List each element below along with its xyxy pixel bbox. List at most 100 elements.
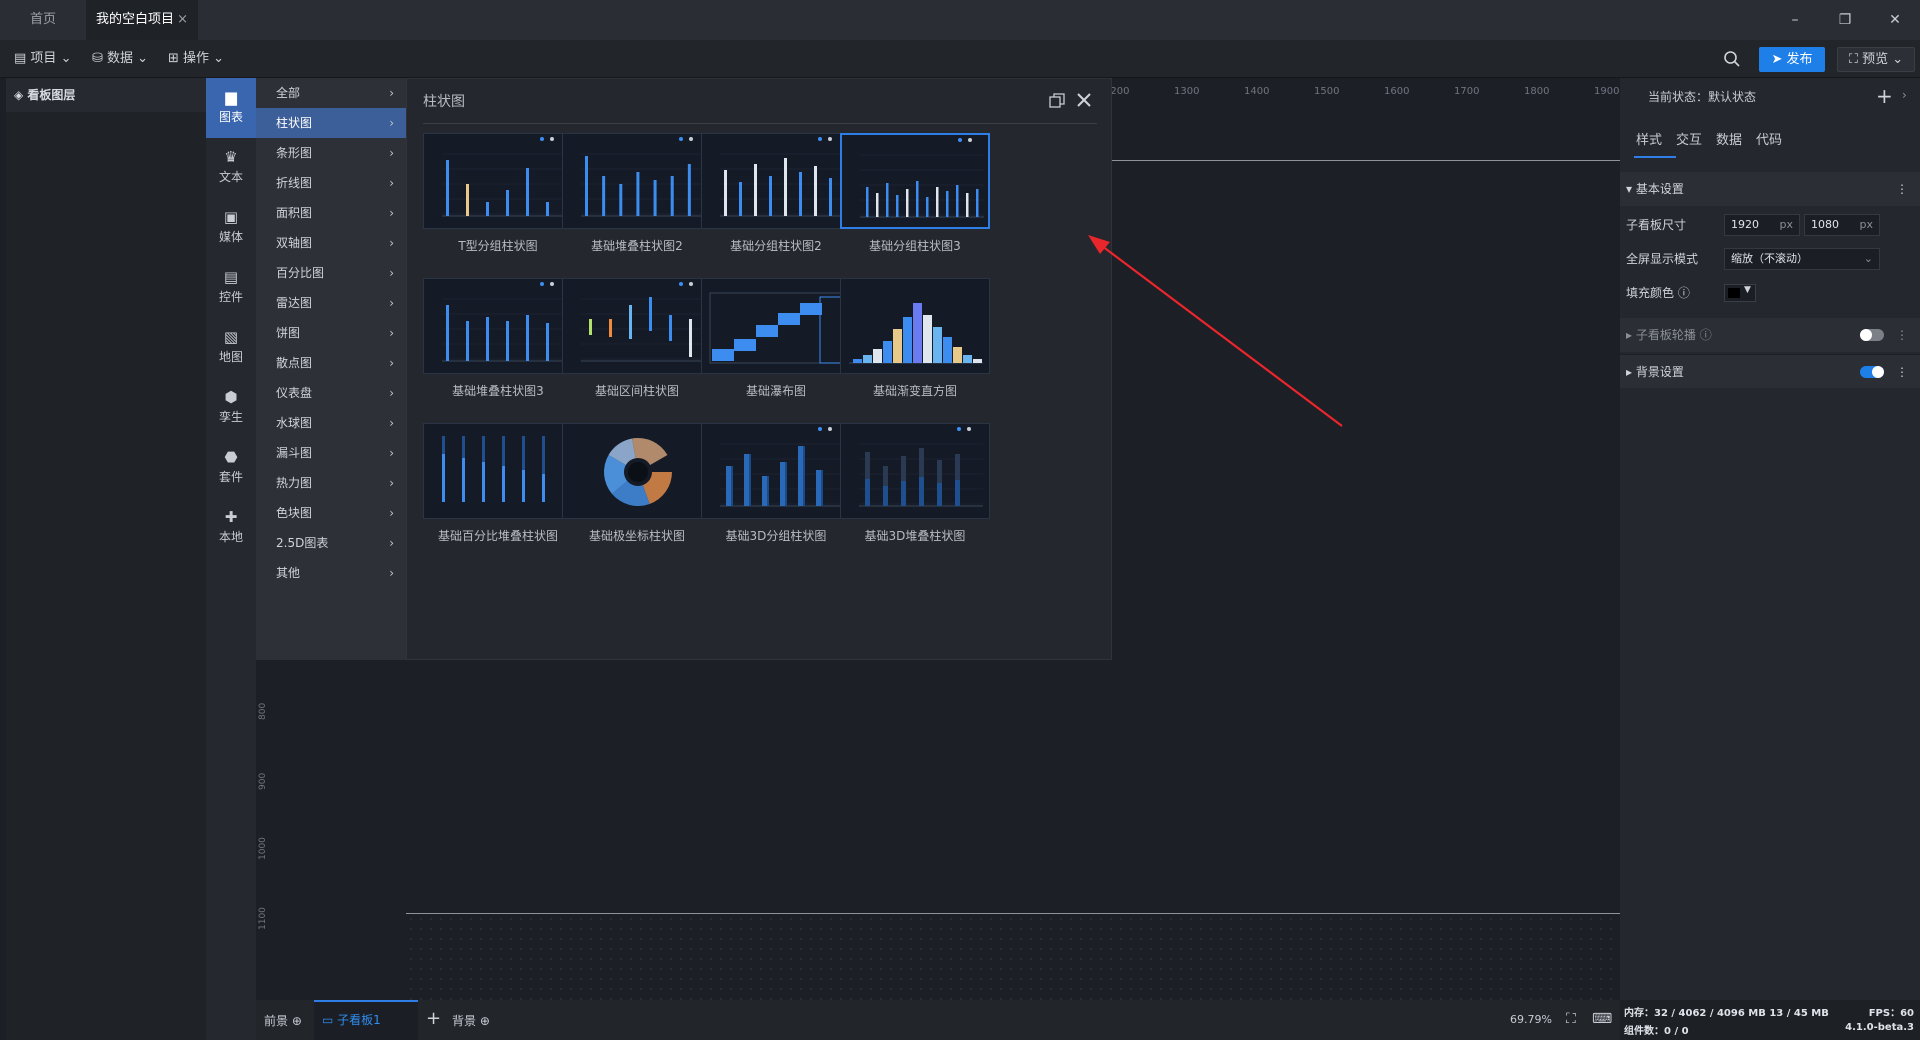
restore-button[interactable]: ❐ (1820, 0, 1870, 40)
category-item[interactable]: 双轴图 › (256, 228, 406, 258)
menu-ops[interactable]: ⊞ 操作 ⌄ (168, 49, 224, 69)
category-item[interactable]: 2.5D图表 › (256, 528, 406, 558)
category-item[interactable]: 雷达图 › (256, 288, 406, 318)
property-tab[interactable]: 交互 (1676, 124, 1702, 158)
category-item[interactable]: 饼图 › (256, 318, 406, 348)
zoom-level[interactable]: 69.79% (1510, 1013, 1552, 1026)
type-2-button[interactable]: ▣ 媒体 (206, 198, 256, 258)
category-item[interactable]: 仪表盘 › (256, 378, 406, 408)
add-board-icon[interactable]: + (426, 1008, 441, 1029)
width-input[interactable]: 1920 px (1724, 214, 1800, 236)
menu-data[interactable]: ⛁ 数据 ⌄ (92, 49, 148, 69)
background-tab[interactable]: 背景 ⊕ (452, 1012, 490, 1029)
sub-board-tab[interactable]: ▭ 子看板1 (314, 1000, 418, 1040)
database-icon: ⛁ (92, 51, 108, 66)
category-item[interactable]: 其他 › (256, 558, 406, 588)
height-input[interactable]: 1080 px (1804, 214, 1880, 236)
foreground-tab[interactable]: 前景 ⊕ (264, 1012, 302, 1029)
color-swatch (1728, 288, 1740, 298)
tab-close-icon[interactable]: × (177, 0, 188, 40)
fullscreen-select[interactable]: 缩放（不滚动） ⌄ (1724, 248, 1880, 270)
category-item[interactable]: 水球图 › (256, 408, 406, 438)
category-item[interactable]: 色块图 › (256, 498, 406, 528)
menu-project[interactable]: ▤ 项目 ⌄ (14, 49, 71, 69)
category-item[interactable]: 散点图 › (256, 348, 406, 378)
carousel-toggle[interactable] (1860, 329, 1884, 341)
type-7-button[interactable]: ✚ 本地 (206, 498, 256, 558)
category-item[interactable]: 全部 › (256, 78, 406, 108)
annotation-arrow (1088, 235, 1343, 427)
category-item[interactable]: 热力图 › (256, 468, 406, 498)
search-icon[interactable] (1723, 50, 1741, 68)
type-1-button[interactable]: ♛ 文本 (206, 138, 256, 198)
add-circle-icon[interactable]: ⊕ (480, 1014, 490, 1028)
type-label: 媒体 (218, 230, 243, 244)
category-label: 热力图 (276, 476, 313, 490)
height-value: 1080 (1811, 218, 1839, 231)
preview-button[interactable]: ⛶ 预览 ⌄ (1837, 47, 1915, 72)
minimize-button[interactable]: – (1770, 0, 1820, 40)
category-item[interactable]: 百分比图 › (256, 258, 406, 288)
fit-screen-icon[interactable]: ⛶ (1566, 1011, 1576, 1027)
background-toggle[interactable] (1860, 366, 1884, 378)
type-label: 图表 (218, 110, 243, 124)
chart-card-label: 基础区间柱状图 (594, 384, 679, 398)
chart-preview-image (859, 427, 983, 507)
close-window-button[interactable]: ✕ (1870, 0, 1920, 40)
category-item[interactable]: 条形图 › (256, 138, 406, 168)
type-5-button[interactable]: ⬢ 孪生 (206, 378, 256, 438)
menu-data-label: 数据 (107, 51, 134, 66)
fill-color-picker[interactable]: ▼ (1724, 284, 1756, 302)
chart-card-label: 基础分组柱状图2 (730, 239, 822, 253)
more-icon[interactable]: ⋮ (1896, 318, 1908, 352)
chart-card-label: 基础渐变直方图 (872, 384, 957, 398)
version-label: 4.1.0-beta.3 (1845, 1022, 1914, 1033)
type-label: 套件 (218, 470, 243, 484)
category-item[interactable]: 面积图 › (256, 198, 406, 228)
category-item[interactable]: 柱状图 › (256, 108, 406, 138)
close-icon[interactable] (1075, 91, 1093, 109)
property-tab[interactable]: 代码 (1756, 124, 1782, 158)
background-header[interactable]: ▸ 背景设置 ⋮ (1620, 354, 1920, 388)
chart-card-label: 基础堆叠柱状图3 (452, 384, 544, 398)
carousel-header[interactable]: ▸ 子看板轮播 ⓘ ⋮ (1620, 318, 1920, 352)
ruler-tick-label: 1600 (1384, 86, 1410, 97)
menu-project-label: 项目 (30, 51, 57, 66)
chart-card-label: 基础3D分组柱状图 (725, 529, 827, 543)
chevron-right-icon: › (389, 86, 394, 100)
chevron-right-icon: › (389, 536, 394, 550)
add-state-icon[interactable]: + (1876, 84, 1893, 108)
type-6-button[interactable]: ⬣ 套件 (206, 438, 256, 498)
type-icon: ▣ (223, 208, 239, 226)
properties-panel: 当前状态：默认状态 + › 样式 交互 数据 代码 ▾ 基本设置 ⋮ 子看板尺寸 192… (1620, 78, 1920, 1000)
category-item[interactable]: 折线图 › (256, 168, 406, 198)
size-label: 子看板尺寸 (1626, 218, 1687, 232)
layers-title: 看板图层 (27, 88, 76, 102)
property-tab[interactable]: 样式 (1636, 124, 1662, 158)
type-3-button[interactable]: ▤ 控件 (206, 258, 256, 318)
active-tab-indicator (1634, 156, 1676, 158)
type-4-button[interactable]: ▧ 地图 (206, 318, 256, 378)
publish-button[interactable]: ➤ 发布 (1759, 47, 1825, 72)
type-icon: ⬢ (224, 388, 238, 406)
keyboard-icon[interactable]: ⌨ (1592, 1011, 1612, 1027)
tab-home[interactable]: 首页 (0, 0, 86, 40)
type-0-button[interactable]: ▆ 图表 (206, 78, 256, 138)
more-icon[interactable]: ⋮ (1896, 172, 1908, 206)
grid-icon: ⊞ (168, 51, 184, 66)
background-tab-label: 背景 (452, 1014, 477, 1028)
chevron-right-icon[interactable]: › (1902, 88, 1907, 102)
property-tab[interactable]: 数据 (1716, 124, 1742, 158)
copy-icon[interactable] (1049, 93, 1065, 109)
more-icon[interactable]: ⋮ (1896, 355, 1908, 389)
chart-preview-image (860, 138, 984, 218)
width-unit: px (1779, 218, 1794, 231)
basic-settings-label: 基本设置 (1635, 182, 1684, 196)
fill-color-row: 填充颜色 ⓘ (1620, 276, 1920, 310)
add-circle-icon[interactable]: ⊕ (292, 1014, 302, 1028)
category-item[interactable]: 漏斗图 › (256, 438, 406, 468)
layers-header[interactable]: ◈ 看板图层 (6, 78, 206, 112)
basic-settings-header[interactable]: ▾ 基本设置 ⋮ (1620, 172, 1920, 206)
tab-project[interactable]: 我的空白项目 × (86, 0, 198, 40)
menu-bar: ▤ 项目 ⌄ ⛁ 数据 ⌄ ⊞ 操作 ⌄ ➤ 发布 ⛶ 预览 ⌄ (0, 40, 1920, 78)
